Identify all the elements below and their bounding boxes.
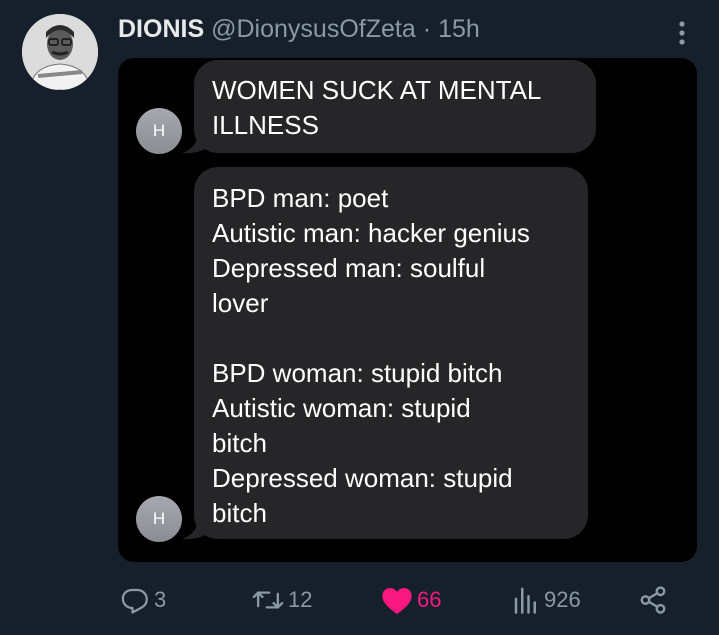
bubble-tail <box>182 130 210 154</box>
message-line: WOMEN SUCK AT MENTAL <box>212 75 542 105</box>
analytics-icon <box>514 587 536 614</box>
message-bubble-2: BPD man: poet Autistic man: hacker geniu… <box>194 167 588 539</box>
message-line: bitch <box>212 498 267 528</box>
reply-count: 3 <box>154 587 167 612</box>
contact-initial: H <box>152 509 166 528</box>
heart-icon <box>382 588 412 614</box>
header-separator: · <box>422 14 432 43</box>
author-handle[interactable]: @DionysusOfZeta <box>211 15 416 44</box>
reply-button[interactable]: 3 <box>120 578 166 622</box>
message-line: Autistic man: hacker genius <box>212 218 530 248</box>
more-vertical-icon <box>679 21 685 45</box>
retweet-count: 12 <box>288 587 313 612</box>
message-bubble-1: WOMEN SUCK AT MENTAL ILLNESS <box>194 60 596 153</box>
message-line: Depressed man: soulful <box>212 253 486 283</box>
message-line: lover <box>212 288 269 318</box>
message-line: BPD man: poet <box>212 183 389 213</box>
views-button[interactable]: 926 <box>512 578 581 622</box>
author-display-name[interactable]: DIONIS <box>118 15 204 44</box>
message-line: BPD woman: stupid bitch <box>212 358 503 388</box>
message-line: Autistic woman: stupid <box>212 393 471 423</box>
user-avatar-photo <box>22 14 98 90</box>
share-icon <box>640 586 666 614</box>
message-line: Depressed woman: stupid <box>212 463 513 493</box>
message-line <box>212 321 570 356</box>
views-count: 926 <box>544 587 581 612</box>
retweet-icon <box>252 591 284 609</box>
like-button[interactable]: 66 <box>381 578 441 622</box>
author-avatar[interactable] <box>22 14 98 90</box>
tweet-header: DIONIS @DionysusOfZeta · 15h <box>118 12 480 46</box>
like-count: 66 <box>417 587 442 612</box>
retweet-button[interactable]: 12 <box>252 578 312 622</box>
tweet-media-image[interactable]: WOMEN SUCK AT MENTAL ILLNESS BPD man: po… <box>118 58 697 562</box>
more-options-button[interactable] <box>672 16 692 50</box>
contact-avatar: H <box>136 108 182 154</box>
message-line: bitch <box>212 428 267 458</box>
message-line: ILLNESS <box>212 110 319 140</box>
contact-avatar: H <box>136 496 182 542</box>
bubble-tail <box>182 516 210 540</box>
tweet-action-bar: 3 12 66 926 <box>0 578 719 622</box>
reply-icon <box>121 588 148 614</box>
tweet-timestamp[interactable]: 15h <box>438 15 480 44</box>
contact-initial: H <box>152 121 166 140</box>
share-button[interactable] <box>638 578 668 622</box>
